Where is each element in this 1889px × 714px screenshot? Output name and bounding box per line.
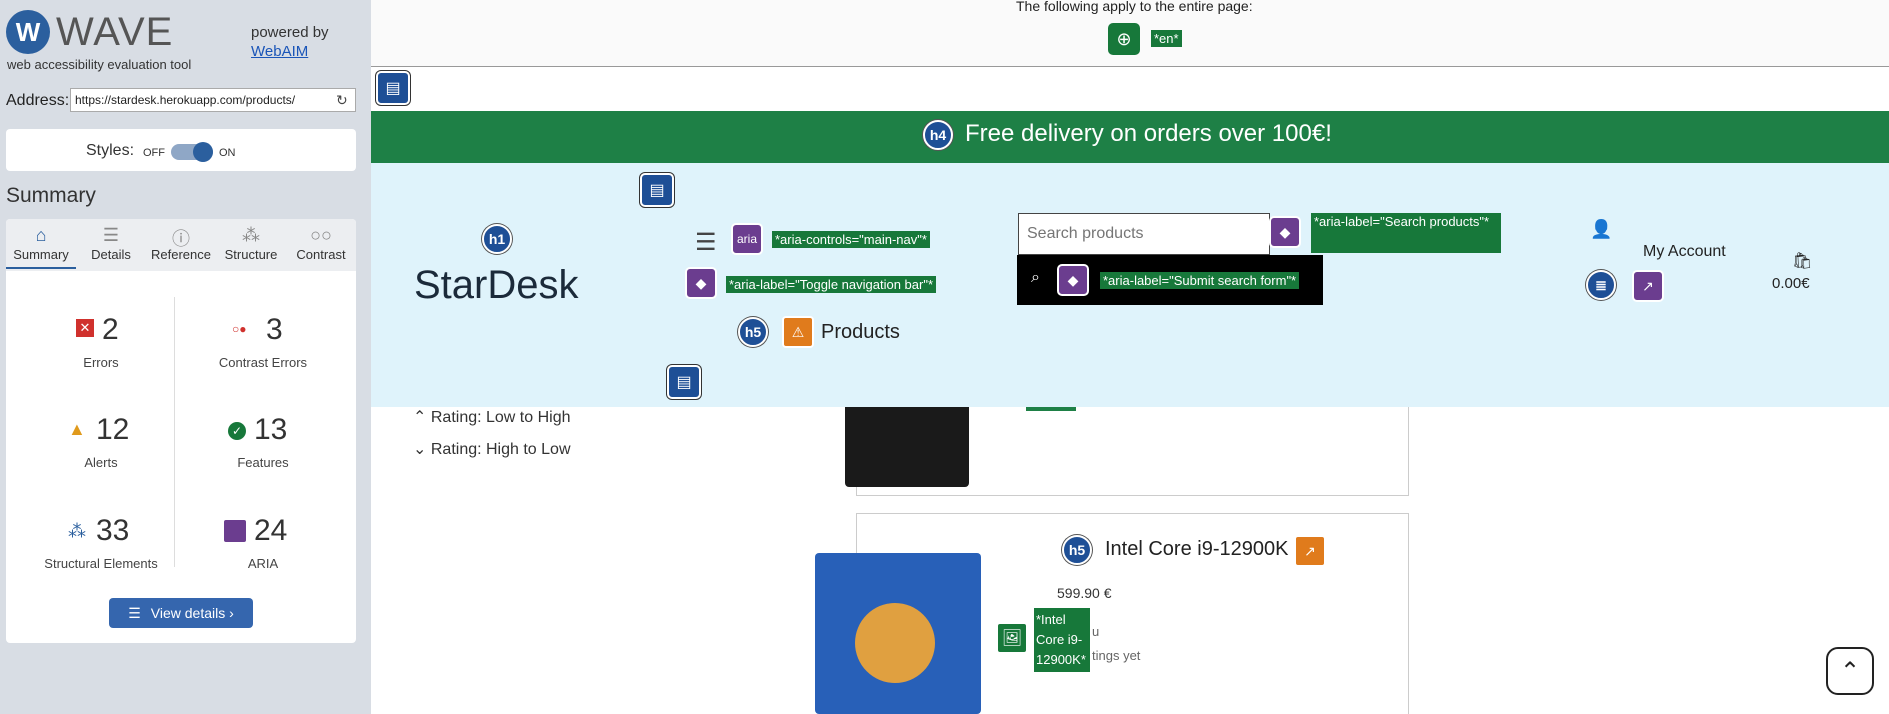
brand-logo[interactable]: StarDesk	[414, 263, 579, 308]
aria-count: 24	[254, 514, 288, 547]
search-input[interactable]	[1018, 213, 1270, 255]
list-icon: ☰	[102, 225, 120, 245]
aria-search-label: *aria-label="Search products"*	[1311, 213, 1501, 253]
aria-stat-icon	[224, 520, 246, 542]
product-image[interactable]	[815, 553, 981, 714]
sort-high-option[interactable]: ⌄ Rating: High to Low	[413, 439, 571, 459]
features-label: Features	[237, 455, 289, 470]
address-input[interactable]	[70, 88, 356, 112]
h5-icon[interactable]: h5	[1062, 535, 1092, 565]
errors-label: Errors	[83, 355, 119, 370]
wave-title: WAVE	[56, 10, 174, 54]
tag-icon[interactable]: ◆	[685, 267, 717, 299]
region-icon[interactable]: ▤	[376, 71, 410, 105]
webaim-link[interactable]: WebAIM	[251, 43, 308, 60]
cart-total[interactable]: 0.00€	[1772, 275, 1810, 292]
aria-submit-label: *aria-label="Submit search form"*	[1100, 272, 1300, 289]
delivery-banner: h4 Free delivery on orders over 100€!	[371, 111, 1889, 163]
summary-panel: ⌂ Summary ☰ Details ⓘ Reference ⁂ Structure …	[6, 219, 356, 643]
region-icon[interactable]: ▤	[667, 365, 701, 399]
structural-count: 33	[96, 514, 130, 547]
banner-text: Free delivery on orders over 100€!	[965, 120, 1332, 147]
aria-link-icon[interactable]: ↗	[1632, 270, 1664, 302]
contrast-icon: ○○	[310, 225, 332, 245]
tag-icon[interactable]: ◆	[1057, 264, 1089, 296]
sort-low-option[interactable]: ⌃ Rating: Low to High	[413, 407, 571, 427]
tag-icon[interactable]: ◆	[1269, 216, 1301, 248]
structure-icon: ⁂	[242, 225, 260, 245]
h1-icon[interactable]: h1	[482, 224, 512, 254]
region-icon[interactable]: ▤	[640, 173, 674, 207]
list-icon: ☰	[128, 604, 141, 621]
summary-heading: Summary	[6, 184, 96, 207]
my-account-link[interactable]: My Account	[1643, 243, 1726, 261]
alert-heading-icon[interactable]: ⚠	[782, 316, 814, 348]
styles-label: Styles:	[86, 142, 135, 159]
wave-sidebar: W WAVE web accessibility evaluation tool…	[0, 0, 371, 714]
reload-icon[interactable]: ↻	[336, 92, 348, 109]
error-icon: ✕	[76, 319, 94, 337]
aria-label: ARIA	[247, 556, 279, 571]
wave-tagline: web accessibility evaluation tool	[7, 57, 192, 72]
list-icon[interactable]: ≣	[1586, 270, 1616, 300]
styles-on-label: ON	[219, 147, 236, 159]
rating-fragment-1: u	[1092, 624, 1100, 639]
features-count: 13	[254, 413, 288, 446]
bag-icon[interactable]: 🛍	[1792, 251, 1812, 271]
info-icon: ⓘ	[172, 229, 190, 249]
tab-details[interactable]: ☰ Details	[76, 225, 146, 269]
errors-count: 2	[102, 313, 119, 346]
chip-graphic	[855, 603, 935, 683]
address-label: Address:	[6, 92, 70, 109]
pc-case-image	[845, 407, 969, 487]
structure-stat-icon: ⁂	[68, 521, 86, 541]
language-icon[interactable]: ⊕	[1108, 23, 1140, 55]
badge-fragment	[1026, 407, 1076, 411]
alt-text-icon[interactable]: 🖼	[996, 622, 1028, 654]
alert-link-icon[interactable]: ↗	[1294, 535, 1326, 567]
page-notice-text: The following apply to the entire page:	[1016, 0, 1253, 14]
product-price: 599.90 €	[1057, 585, 1112, 601]
h5-icon[interactable]: h5	[738, 317, 768, 347]
search-icon: ⌕	[1031, 269, 1040, 286]
structural-label: Structural Elements	[44, 556, 158, 571]
product-alt-text: *Intel Core i9-12900K*	[1034, 608, 1090, 672]
back-to-top-button[interactable]: ⌃	[1826, 647, 1874, 695]
tab-reference[interactable]: ⓘ Reference	[146, 225, 216, 269]
powered-by-text: powered by	[251, 24, 329, 41]
wave-logo-icon: W	[6, 10, 50, 54]
contrast-label: Contrast Errors	[218, 355, 308, 370]
lang-value: *en*	[1151, 30, 1182, 47]
tab-summary[interactable]: ⌂ Summary	[6, 225, 76, 269]
aria-icon[interactable]: aria	[731, 223, 763, 255]
home-icon: ⌂	[35, 225, 47, 245]
alert-icon: ▲	[68, 419, 86, 439]
aria-toggle-label: *aria-label="Toggle navigation bar"*	[726, 276, 937, 293]
tab-contrast[interactable]: ○○ Contrast	[286, 225, 356, 269]
styles-toggle[interactable]	[171, 142, 213, 162]
search-submit-button[interactable]: ⌕ ◆ *aria-label="Submit search form"*	[1017, 255, 1323, 305]
contrast-error-icon: ○●	[232, 322, 247, 336]
product-title[interactable]: Intel Core i9-12900K	[1105, 538, 1288, 561]
contrast-count: 3	[266, 313, 283, 346]
hamburger-icon[interactable]: ☰	[695, 228, 717, 257]
products-link[interactable]: Products	[821, 321, 900, 344]
styles-off-label: OFF	[143, 147, 165, 159]
tab-structure[interactable]: ⁂ Structure	[216, 225, 286, 269]
site-header: ▤ h1 StarDesk ☰ aria *aria-controls="mai…	[371, 163, 1889, 407]
feature-icon: ✓	[228, 422, 246, 440]
h4-icon[interactable]: h4	[923, 120, 953, 150]
stats-divider	[174, 297, 175, 567]
rating-fragment-2: tings yet	[1092, 648, 1141, 663]
view-details-button[interactable]: ☰ View details ›	[109, 598, 253, 628]
aria-controls-label: *aria-controls="main-nav"*	[772, 231, 930, 248]
alerts-count: 12	[96, 413, 130, 446]
page-notice-bar: The following apply to the entire page: …	[371, 0, 1889, 67]
user-icon[interactable]: 👤	[1590, 219, 1612, 240]
styles-panel: Styles: OFF ON	[6, 129, 356, 171]
alerts-label: Alerts	[84, 455, 118, 470]
toggle-knob	[193, 142, 213, 162]
